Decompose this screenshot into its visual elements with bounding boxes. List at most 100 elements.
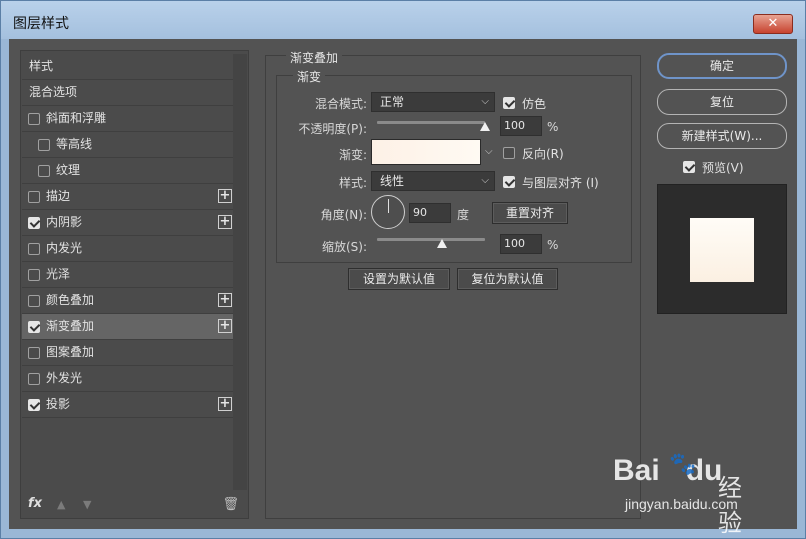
style-list-item[interactable]: 渐变叠加 + xyxy=(22,314,233,340)
style-item-label: 内阴影 xyxy=(46,215,83,229)
scale-slider-thumb[interactable] xyxy=(436,239,447,248)
style-item-checkbox[interactable] xyxy=(28,399,40,411)
watermark-logo-text: Bai xyxy=(613,454,660,487)
close-button[interactable]: ✕ xyxy=(753,14,793,34)
style-item-label: 外发光 xyxy=(46,371,83,385)
trash-icon[interactable]: 🗑 xyxy=(222,497,239,512)
style-preview xyxy=(657,184,787,314)
style-list-item[interactable]: 内发光 xyxy=(22,236,233,262)
opacity-slider[interactable] xyxy=(377,121,485,124)
add-effect-icon[interactable]: + xyxy=(218,293,232,307)
watermark-url: jingyan.baidu.com xyxy=(625,496,738,512)
style-list-item[interactable]: 内阴影 + xyxy=(22,210,233,236)
style-item-label: 投影 xyxy=(46,397,71,411)
style-item-checkbox[interactable] xyxy=(28,113,40,125)
scale-unit: % xyxy=(547,238,559,252)
gradient-style-select[interactable]: 线性 ⌵ xyxy=(371,171,495,191)
style-item-label: 颜色叠加 xyxy=(46,293,95,307)
dither-check[interactable] xyxy=(503,97,515,109)
title-bar[interactable]: 图层样式 ✕ xyxy=(1,1,805,39)
style-item-checkbox[interactable] xyxy=(28,321,40,333)
styles-bottom-bar: fx ▲ ▼ 🗑 xyxy=(21,492,248,518)
style-item-checkbox[interactable] xyxy=(28,243,40,255)
align-check[interactable] xyxy=(503,176,515,188)
angle-dial-needle xyxy=(388,199,389,213)
reset-alignment-button[interactable]: 重置对齐 xyxy=(492,202,568,224)
new-style-button[interactable]: 新建样式(W)... xyxy=(657,123,787,149)
move-up-icon[interactable]: ▲ xyxy=(57,498,65,511)
gradient-style-value: 线性 xyxy=(380,174,405,188)
style-item-label: 等高线 xyxy=(56,137,93,151)
angle-input[interactable]: 90 xyxy=(409,203,451,223)
blend-mode-select[interactable]: 正常 ⌵ xyxy=(371,92,495,112)
style-item-label: 斜面和浮雕 xyxy=(46,111,107,125)
gradient-overlay-title: 渐变叠加 xyxy=(286,49,343,66)
angle-dial[interactable] xyxy=(371,195,405,229)
style-item-checkbox[interactable] xyxy=(28,217,40,229)
gradient-subgroup-title: 渐变 xyxy=(293,68,326,85)
add-effect-icon[interactable]: + xyxy=(218,189,232,203)
style-list-item[interactable]: 外发光 xyxy=(22,366,233,392)
opacity-input[interactable]: 100 xyxy=(500,116,542,136)
style-list-item[interactable]: 斜面和浮雕 xyxy=(22,106,233,132)
layer-style-dialog: 图层样式 ✕ 样式混合选项斜面和浮雕等高线纹理描边 + 内阴影 + 内发光光泽颜色叠加 +… xyxy=(0,0,806,539)
style-list-item[interactable]: 描边 + xyxy=(22,184,233,210)
style-item-checkbox[interactable] xyxy=(28,295,40,307)
style-list-item[interactable]: 光泽 xyxy=(22,262,233,288)
style-list-item[interactable]: 混合选项 xyxy=(22,80,233,106)
angle-unit: 度 xyxy=(457,208,470,222)
paw-icon: 🐾 xyxy=(669,452,697,477)
reset-button[interactable]: 复位 xyxy=(657,89,787,115)
style-item-checkbox[interactable] xyxy=(28,269,40,281)
style-item-checkbox[interactable] xyxy=(28,373,40,385)
style-item-label: 纹理 xyxy=(56,163,81,177)
style-item-label: 内发光 xyxy=(46,241,83,255)
style-list-item[interactable]: 纹理 xyxy=(22,158,233,184)
style-list-item[interactable]: 等高线 xyxy=(22,132,233,158)
preview-label: 预览(V) xyxy=(702,161,744,175)
style-item-label: 渐变叠加 xyxy=(46,319,95,333)
opacity-unit: % xyxy=(547,120,559,134)
style-list-item[interactable]: 投影 + xyxy=(22,392,233,418)
scale-input[interactable]: 100 xyxy=(500,234,542,254)
style-label: 样式: xyxy=(338,176,367,190)
gradient-picker[interactable] xyxy=(371,139,481,165)
style-list-item[interactable]: 颜色叠加 + xyxy=(22,288,233,314)
move-down-icon[interactable]: ▼ xyxy=(83,498,91,511)
gradient-label: 渐变: xyxy=(338,148,367,162)
reverse-label: 反向(R) xyxy=(522,147,564,161)
chevron-down-icon: ⌵ xyxy=(481,175,489,186)
blend-mode-label: 混合模式: xyxy=(314,97,367,111)
add-effect-icon[interactable]: + xyxy=(218,215,232,229)
preview-check[interactable] xyxy=(683,161,695,173)
align-with-layer-label: 与图层对齐 (I) xyxy=(522,176,599,190)
style-item-checkbox[interactable] xyxy=(38,139,50,151)
reverse-check[interactable] xyxy=(503,147,515,159)
dialog-title: 图层样式 xyxy=(13,16,69,32)
style-list-item[interactable]: 样式 xyxy=(22,54,233,80)
opacity-slider-thumb[interactable] xyxy=(480,122,490,131)
fx-button[interactable]: fx xyxy=(28,496,42,511)
add-effect-icon[interactable]: + xyxy=(218,319,232,333)
add-effect-icon[interactable]: + xyxy=(218,397,232,411)
scale-label: 缩放(S): xyxy=(321,240,367,254)
style-item-label: 样式 xyxy=(29,59,54,73)
angle-label: 角度(N): xyxy=(320,208,367,222)
baidu-jingyan-watermark: Bai du 🐾 经验 jingyan.baidu.com xyxy=(613,452,742,537)
set-as-default-button[interactable]: 设置为默认值 xyxy=(348,268,450,290)
styles-list-panel: 样式混合选项斜面和浮雕等高线纹理描边 + 内阴影 + 内发光光泽颜色叠加 + 渐变叠加 + 图案… xyxy=(20,50,249,519)
opacity-label: 不透明度(P): xyxy=(298,122,367,136)
style-item-checkbox[interactable] xyxy=(28,347,40,359)
style-item-checkbox[interactable] xyxy=(38,165,50,177)
dither-label: 仿色 xyxy=(522,97,547,111)
style-item-label: 混合选项 xyxy=(29,85,78,99)
ok-button[interactable]: 确定 xyxy=(657,53,787,79)
gradient-dropdown-icon[interactable]: ⌵ xyxy=(485,146,493,157)
reset-to-default-button[interactable]: 复位为默认值 xyxy=(457,268,558,290)
scale-slider[interactable] xyxy=(377,238,485,241)
style-list-item[interactable]: 图案叠加 xyxy=(22,340,233,366)
style-item-label: 图案叠加 xyxy=(46,345,95,359)
styles-scrollbar[interactable] xyxy=(233,54,247,490)
styles-list: 样式混合选项斜面和浮雕等高线纹理描边 + 内阴影 + 内发光光泽颜色叠加 + 渐变叠加 + 图案… xyxy=(22,54,233,418)
style-item-checkbox[interactable] xyxy=(28,191,40,203)
